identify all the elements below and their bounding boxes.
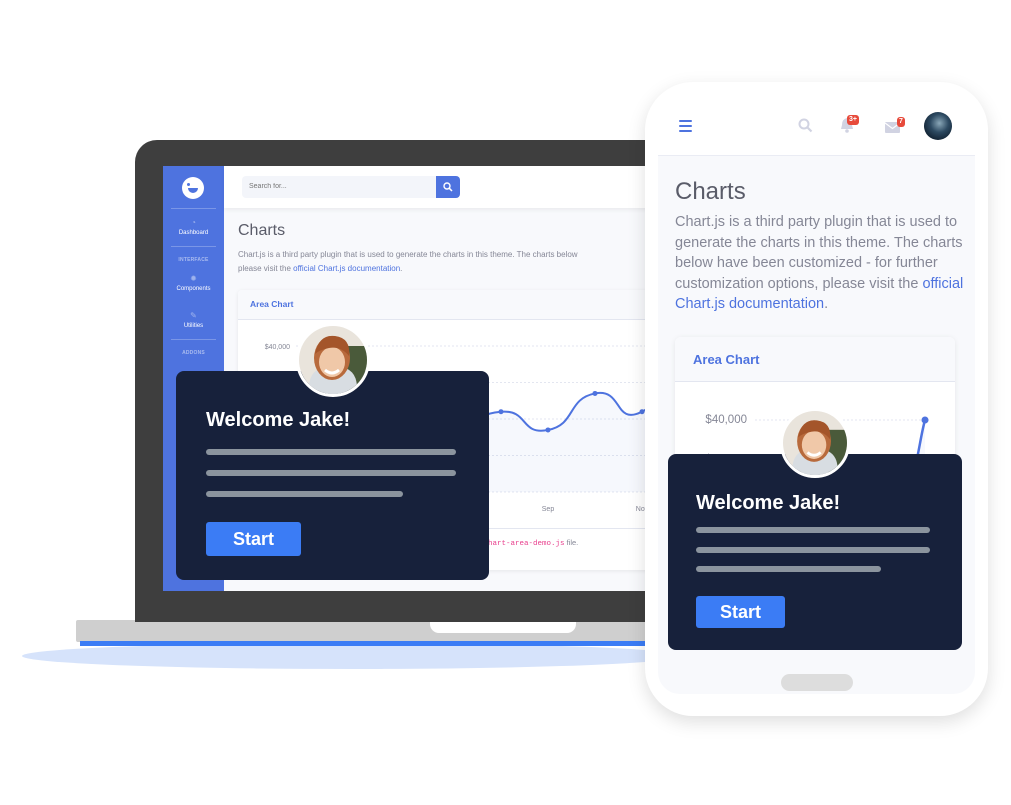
data-point [921,416,929,424]
sidebar-item-utilities[interactable]: ✎ Utilities [163,311,224,330]
search-icon [443,182,453,192]
start-button[interactable]: Start [696,596,785,628]
laptop-accent-line [80,641,680,646]
bars-icon[interactable] [679,120,692,135]
page-title: Charts [238,222,286,239]
page-title: Charts [675,178,746,205]
y-tick-label: $40,000 [705,414,747,426]
welcome-card: Welcome Jake! Start [668,454,962,650]
sidebar-divider [171,246,216,247]
page-description: Chart.js is a third party plugin that is… [238,248,658,276]
placeholder-text-line [206,470,456,476]
user-avatar [780,408,850,478]
sidebar-item-label: Dashboard [178,230,209,236]
page-description: Chart.js is a third party plugin that is… [675,212,965,315]
sidebar-item-label: Utilities [183,323,204,329]
placeholder-text-line [206,491,403,497]
messages-count-badge: 7 [897,117,905,127]
home-button[interactable] [781,674,853,691]
laptop-base [76,620,676,642]
search-button[interactable] [436,176,460,198]
code-filename: hart-area-demo.js [488,540,565,548]
card-title: Area Chart [250,299,294,309]
description-text: Chart.js is a third party plugin that is… [675,214,963,292]
tachometer-icon: ◔ [191,218,196,227]
sidebar-heading-addons: ADDONS [182,350,205,356]
sidebar-item-components[interactable]: ✹ Components [163,274,224,293]
x-tick-label: Sep [542,506,555,513]
sidebar-heading-interface: INTERFACE [178,257,209,263]
description-text: . [400,264,403,273]
search-icon[interactable] [798,118,813,133]
data-point [592,390,598,396]
data-point [545,427,551,433]
cog-icon: ✹ [190,274,197,283]
profile-avatar[interactable] [924,112,952,140]
description-text: . [824,296,829,312]
data-point [639,409,645,415]
welcome-card: Welcome Jake! Start [176,371,489,580]
placeholder-text-line [696,547,930,553]
placeholder-text-line [206,449,456,455]
data-point [498,409,504,415]
alerts-button[interactable]: 3+ [840,115,859,135]
alerts-count-badge: 3+ [847,115,859,125]
sidebar-divider [171,339,216,340]
footer-suffix: file. [564,538,579,547]
messages-button[interactable]: 7 [885,117,905,135]
topbar [224,166,663,208]
y-tick-label: $40,000 [265,344,290,351]
welcome-title: Welcome Jake! [206,409,351,431]
welcome-title: Welcome Jake! [696,492,841,514]
sidebar-item-dashboard[interactable]: ◔ Dashboard [163,218,224,237]
wrench-icon: ✎ [190,311,197,320]
chartjs-docs-link[interactable]: official Chart.js documentation [293,264,400,273]
placeholder-text-line [696,527,930,533]
start-button[interactable]: Start [206,522,301,556]
description-text: Chart.js is a third party plugin that is… [238,250,578,259]
laugh-wink-icon[interactable] [182,177,204,199]
placeholder-text-line [696,566,881,572]
card-title: Area Chart [693,352,760,367]
search-input[interactable] [249,176,429,198]
sidebar-item-label: Components [176,286,211,292]
card-footer-text: hart-area-demo.js file. [488,538,578,548]
laptop-shadow [22,643,682,669]
user-avatar [296,323,370,397]
card-header: Area Chart [238,290,663,320]
user-photo [299,326,367,394]
search-group [242,176,454,198]
card-header: Area Chart [675,337,955,382]
sidebar-divider [171,208,216,209]
description-text: please visit the [238,264,294,273]
user-photo [783,411,847,475]
